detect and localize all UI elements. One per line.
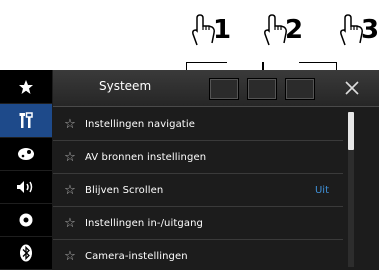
settings-tools-icon [19,111,33,128]
pointing-hand-icon [264,14,287,46]
pointing-hand-icon [192,14,215,46]
menu-item-navigation-settings[interactable]: ☆ Instellingen navigatie [53,108,343,141]
page-title: Systeem [99,79,152,93]
menu-item-label: Camera-instellingen [85,250,188,262]
menu-item-label: AV bronnen instellingen [85,151,207,163]
sidebar-item-record[interactable] [0,203,52,237]
favorite-star-icon[interactable]: ☆ [55,216,85,231]
menu-item-value: Uit [314,184,329,196]
settings-menu-list: ☆ Instellingen navigatie ☆ AV bronnen in… [53,108,343,272]
callout-number: 3 [361,15,379,45]
favorite-star-icon[interactable]: ☆ [55,249,85,264]
favorite-star-icon[interactable]: ☆ [55,183,85,198]
favorite-star-icon[interactable]: ☆ [55,150,85,165]
close-icon [345,81,359,95]
menu-item-label: Blijven Scrollen [85,184,164,196]
close-button[interactable] [338,73,366,103]
system-settings-screen: Systeem ☆ Instellingen navigatie ☆ AV br… [0,70,379,270]
header-button-3[interactable] [285,78,315,100]
menu-item-input-output-settings[interactable]: ☆ Instellingen in-/uitgang [53,207,343,240]
menu-item-continuous-scroll[interactable]: ☆ Blijven Scrollen Uit [53,174,343,207]
menu-item-camera-settings[interactable]: ☆ Camera-instellingen [53,240,343,272]
theme-palette-icon [18,147,34,160]
scrollbar[interactable] [348,112,354,267]
sidebar-item-favorites[interactable] [0,70,52,104]
star-icon [19,79,33,94]
sidebar-item-audio[interactable] [0,170,52,204]
sidebar-item-settings[interactable] [0,104,52,138]
header-bar: Systeem [53,70,379,107]
speaker-audio-icon [17,180,33,193]
scrollbar-thumb[interactable] [348,112,354,150]
pointing-hand-icon [340,14,363,46]
menu-item-label: Instellingen navigatie [85,118,195,130]
callout-number: 1 [213,15,232,45]
menu-item-label: Instellingen in-/uitgang [85,217,203,229]
sidebar-item-bluetooth[interactable] [0,236,52,270]
sidebar [0,70,52,270]
menu-item-av-source-settings[interactable]: ☆ AV bronnen instellingen [53,141,343,174]
favorite-star-icon[interactable]: ☆ [55,117,85,132]
record-circle-icon [19,213,33,226]
header-button-1[interactable] [209,78,239,100]
callout-number: 2 [285,15,304,45]
bluetooth-icon [20,244,32,261]
header-button-2[interactable] [247,78,277,100]
callout-3: 3 [336,0,379,70]
sidebar-item-theme[interactable] [0,137,52,171]
